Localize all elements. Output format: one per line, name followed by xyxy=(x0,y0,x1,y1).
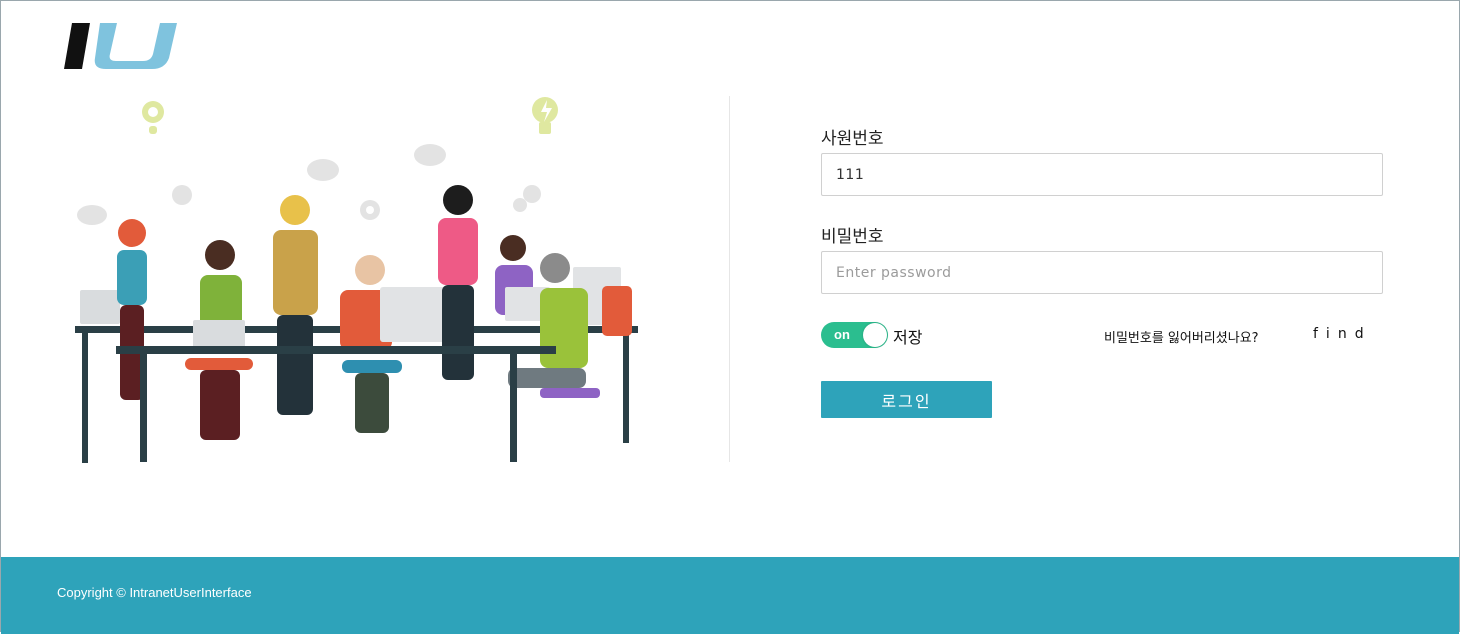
forgot-password-text: 비밀번호를 잃어버리셨나요? xyxy=(1104,331,1259,346)
team-illustration xyxy=(75,97,638,463)
save-label: 저장 xyxy=(893,328,923,347)
iu-logo xyxy=(64,23,177,69)
vertical-divider xyxy=(729,96,730,462)
login-button[interactable]: 로그인 xyxy=(821,381,992,418)
find-link[interactable]: find xyxy=(1313,326,1372,342)
gear-icon xyxy=(142,101,164,134)
copyright-text: Copyright © IntranetUserInterface xyxy=(57,585,252,600)
password-input[interactable] xyxy=(821,251,1383,294)
toggle-on-text: on xyxy=(834,327,850,342)
toggle-knob xyxy=(863,323,887,347)
lightbulb-icon xyxy=(532,97,558,134)
employee-id-input[interactable] xyxy=(821,153,1383,196)
employee-id-label: 사원번호 xyxy=(821,129,884,149)
password-label: 비밀번호 xyxy=(821,227,884,247)
save-toggle[interactable]: on xyxy=(821,322,888,348)
footer: Copyright © IntranetUserInterface xyxy=(1,557,1459,634)
